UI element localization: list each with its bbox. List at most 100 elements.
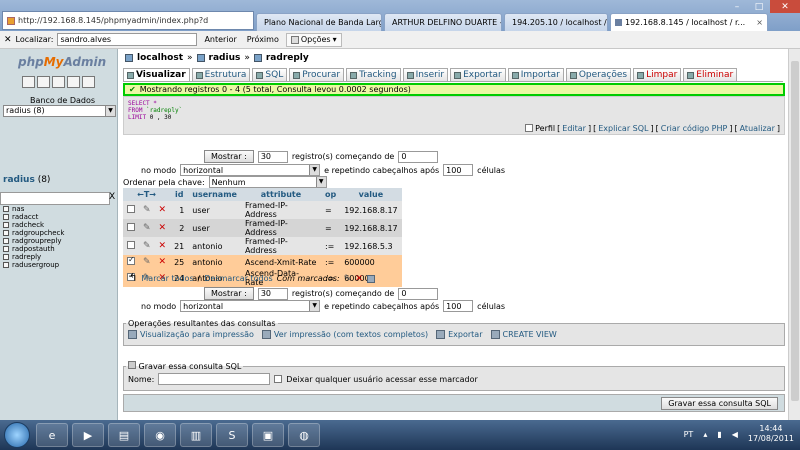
column-header-value[interactable]: value	[340, 188, 402, 201]
folder-icon[interactable]: ▥	[180, 423, 212, 447]
database-select[interactable]: radius (8) ▼	[3, 105, 116, 117]
column-header-id[interactable]: id	[170, 188, 189, 201]
print-view-link[interactable]: Visualização para impressão	[128, 330, 254, 339]
breadcrumb-table[interactable]: radreply	[266, 53, 309, 63]
row-checkbox[interactable]	[127, 223, 135, 231]
find-input[interactable]	[57, 33, 198, 46]
column-header-username[interactable]: username	[188, 188, 241, 201]
tab-insert[interactable]: Inserir	[402, 68, 449, 81]
start-button[interactable]	[4, 422, 30, 448]
table-list-item[interactable]: radusergroup	[3, 261, 64, 269]
close-window-icon[interactable]: ✕	[770, 0, 800, 13]
export-link[interactable]: Exportar	[436, 330, 483, 339]
chrome-icon[interactable]: ◉	[144, 423, 176, 447]
tab-tracking[interactable]: Tracking	[346, 68, 401, 81]
save-bookmark-button[interactable]: Gravar essa consulta SQL	[661, 397, 778, 410]
table-list-item[interactable]: radreply	[3, 253, 64, 261]
browser-tab-1[interactable]: Plano Nacional de Banda Larg...	[256, 13, 382, 31]
help-icon[interactable]	[67, 76, 80, 88]
table-list-item[interactable]: radgroupreply	[3, 237, 64, 245]
clock[interactable]: 14:44 17/08/2011	[748, 424, 794, 444]
docs-icon[interactable]	[52, 76, 65, 88]
delete-icon[interactable]: ✕	[159, 241, 167, 251]
network-icon[interactable]: ▮	[717, 430, 721, 439]
find-prev-button[interactable]: Anterior	[201, 35, 239, 44]
table-list-item[interactable]: radacct	[3, 213, 64, 221]
skype-icon[interactable]: S	[216, 423, 248, 447]
tab-import[interactable]: Importar	[507, 68, 564, 81]
explorer-icon[interactable]: ▤	[108, 423, 140, 447]
rows-input-bottom[interactable]: 30	[257, 287, 288, 300]
repeat-input[interactable]: 100	[443, 164, 474, 176]
mode-select-bottom[interactable]: horizontal ▼	[180, 300, 321, 312]
address-bar[interactable]: http://192.168.8.145/phpmyadmin/index.ph…	[2, 11, 254, 30]
column-header-attribute[interactable]: attribute	[240, 188, 321, 201]
row-checkbox[interactable]	[127, 255, 135, 265]
close-tab-icon[interactable]: ×	[756, 18, 763, 27]
table-row[interactable]: ✎ ✕ 21 antonio Framed-IP-Address := 192.…	[123, 237, 402, 255]
explain-sql-link[interactable]: Explicar SQL	[598, 124, 648, 132]
home-icon[interactable]	[22, 76, 35, 88]
minimize-icon[interactable]: –	[726, 0, 748, 13]
edit-icon[interactable]: ✎	[143, 205, 151, 215]
table-list-item[interactable]: radgroupcheck	[3, 229, 64, 237]
breadcrumb-server[interactable]: localhost	[137, 53, 183, 63]
tab-search[interactable]: Procurar	[289, 68, 345, 81]
vertical-scrollbar[interactable]	[788, 49, 800, 420]
table-list-item[interactable]: nas	[3, 205, 64, 213]
start-input-bottom[interactable]: 0	[398, 287, 439, 300]
tab-operations[interactable]: Operações	[565, 68, 632, 81]
check-all-link[interactable]: Marcar todos	[141, 274, 193, 283]
edit-icon[interactable]: ✎	[143, 223, 151, 233]
table-list-item[interactable]: radpostauth	[3, 245, 64, 253]
uncheck-all-link[interactable]: Desmarcar todos	[204, 274, 272, 283]
bookmark-name-input[interactable]	[158, 373, 271, 385]
breadcrumb-database[interactable]: radius	[209, 53, 241, 63]
tab-structure[interactable]: Estrutura	[191, 68, 251, 81]
edit-icon[interactable]: ✎	[143, 257, 151, 267]
create-view-link[interactable]: CREATE VIEW	[490, 330, 557, 339]
show-button-bottom[interactable]: Mostrar :	[204, 287, 254, 300]
clear-filter-icon[interactable]: X	[109, 192, 115, 202]
browser-tab-2[interactable]: ARTHUR DELFINO DUARTE - O...	[384, 13, 502, 31]
find-options-button[interactable]: Opções ▾	[285, 32, 342, 47]
tab-drop[interactable]: Eliminar	[683, 68, 738, 81]
edit-icon[interactable]: ✎	[143, 241, 151, 251]
sort-select[interactable]: Nenhum ▼	[208, 176, 327, 188]
show-button[interactable]: Mostrar :	[204, 150, 254, 163]
column-options[interactable]: ←T→	[123, 188, 171, 201]
tray-arrow-icon[interactable]: ▴	[703, 430, 707, 439]
network-app-icon[interactable]: ▣	[252, 423, 284, 447]
close-findbar-icon[interactable]: ✕	[4, 35, 12, 45]
browser-tab-3[interactable]: 194.205.10 / localhost / rad...	[504, 13, 608, 31]
table-row[interactable]: ✎ ✕ 25 antonio Ascend-Xmit-Rate := 60000…	[123, 255, 402, 269]
delete-selected-icon[interactable]: ✕	[355, 274, 363, 284]
row-checkbox[interactable]	[127, 205, 135, 213]
scrollbar-thumb[interactable]	[791, 61, 799, 401]
export-selected-icon[interactable]	[366, 274, 375, 283]
delete-icon[interactable]: ✕	[159, 223, 167, 233]
phpmyadmin-logo[interactable]: phpMyAdmin	[18, 55, 106, 69]
profile-checkbox[interactable]	[525, 124, 534, 132]
maximize-icon[interactable]: □	[748, 0, 770, 13]
row-checkbox[interactable]	[127, 241, 135, 249]
table-row[interactable]: ✎ ✕ 2 user Framed-IP-Address = 192.168.8…	[123, 219, 402, 237]
sql-window-icon[interactable]	[37, 76, 50, 88]
tab-sql[interactable]: SQL	[252, 68, 288, 81]
start-input[interactable]: 0	[398, 150, 439, 163]
media-player-icon[interactable]: ▶	[72, 423, 104, 447]
delete-icon[interactable]: ✕	[159, 257, 167, 267]
ie-icon[interactable]: e	[36, 423, 68, 447]
tab-browse[interactable]: Visualizar	[123, 68, 190, 81]
edit-sql-link[interactable]: Editar	[562, 124, 586, 132]
mode-select[interactable]: horizontal ▼	[180, 164, 321, 176]
table-list-item[interactable]: radcheck	[3, 221, 64, 229]
repeat-input-bottom[interactable]: 100	[443, 300, 474, 312]
find-next-button[interactable]: Próximo	[244, 35, 282, 44]
database-link[interactable]: radius	[3, 175, 35, 185]
tab-empty[interactable]: Limpar	[633, 68, 682, 81]
reload-icon[interactable]	[82, 76, 95, 88]
table-filter-input[interactable]	[0, 192, 110, 205]
delete-icon[interactable]: ✕	[159, 205, 167, 215]
create-php-link[interactable]: Criar código PHP	[661, 124, 728, 132]
